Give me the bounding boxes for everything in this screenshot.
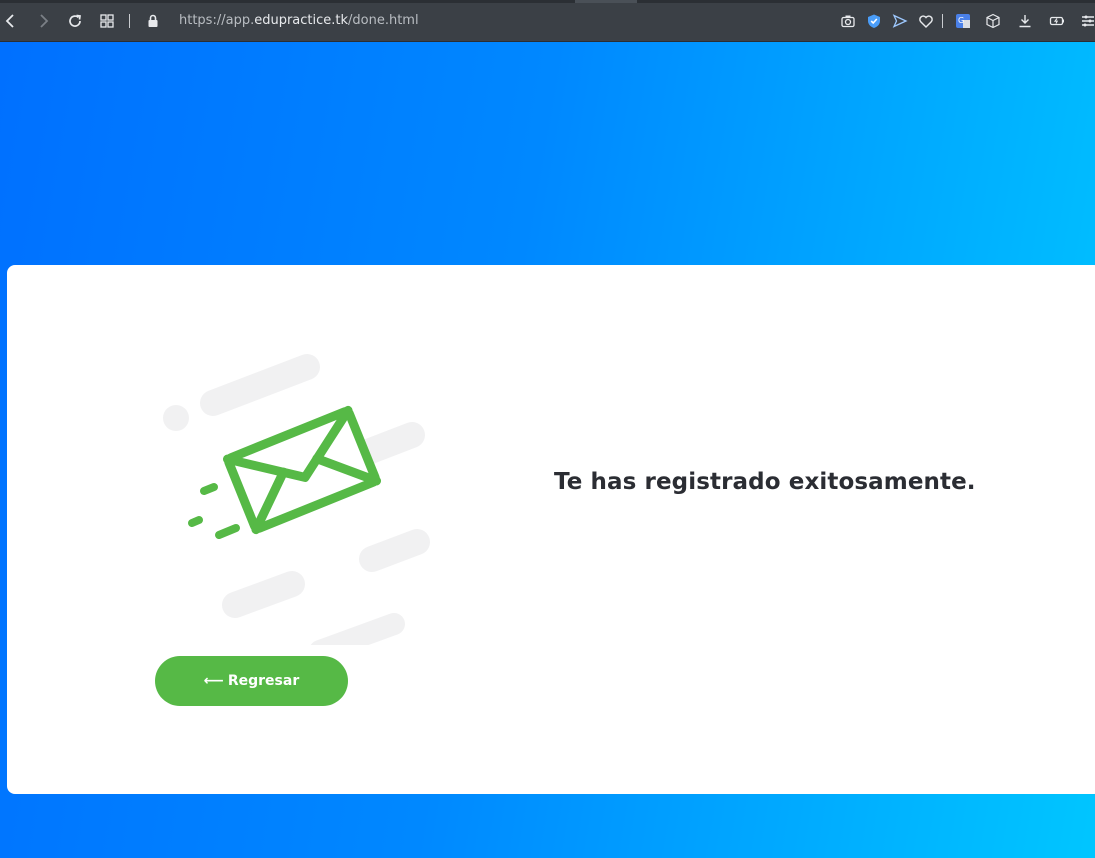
download-icon[interactable] bbox=[1015, 11, 1035, 31]
menu-icon[interactable] bbox=[1078, 11, 1095, 31]
toolbar-divider bbox=[942, 14, 943, 28]
send-icon[interactable] bbox=[890, 11, 910, 31]
confirmation-card: Te has registrado exitosamente. ⟵ Regres… bbox=[7, 265, 1095, 794]
url-host: edupractice.tk bbox=[254, 13, 349, 28]
battery-icon[interactable] bbox=[1047, 11, 1067, 31]
camera-icon[interactable] bbox=[838, 11, 858, 31]
tab-strip bbox=[0, 0, 1095, 3]
shield-icon[interactable] bbox=[864, 11, 884, 31]
reload-icon[interactable] bbox=[65, 11, 85, 31]
toolbar-divider bbox=[129, 14, 130, 28]
envelope-sent-icon bbox=[163, 354, 430, 645]
translate-icon[interactable]: G bbox=[953, 11, 973, 31]
back-icon[interactable] bbox=[1, 11, 21, 31]
lock-icon[interactable] bbox=[143, 11, 163, 31]
address-bar-url[interactable]: https://app.edupractice.tk/done.html bbox=[179, 13, 419, 28]
active-tab[interactable] bbox=[575, 0, 637, 3]
success-message: Te has registrado exitosamente. bbox=[554, 469, 976, 495]
arrow-left-icon: ⟵ bbox=[203, 673, 224, 689]
speed-dial-icon[interactable] bbox=[97, 11, 117, 31]
forward-icon[interactable] bbox=[33, 11, 53, 31]
back-button-label: Regresar bbox=[227, 673, 300, 689]
browser-toolbar: https://app.edupractice.tk/done.html G bbox=[0, 0, 1095, 42]
heart-icon[interactable] bbox=[916, 11, 936, 31]
url-prefix: https://app. bbox=[179, 13, 255, 28]
svg-text:G: G bbox=[958, 16, 964, 25]
back-button[interactable]: ⟵ Regresar bbox=[155, 656, 348, 706]
cube-icon[interactable] bbox=[983, 11, 1003, 31]
url-path: /done.html bbox=[348, 13, 419, 28]
